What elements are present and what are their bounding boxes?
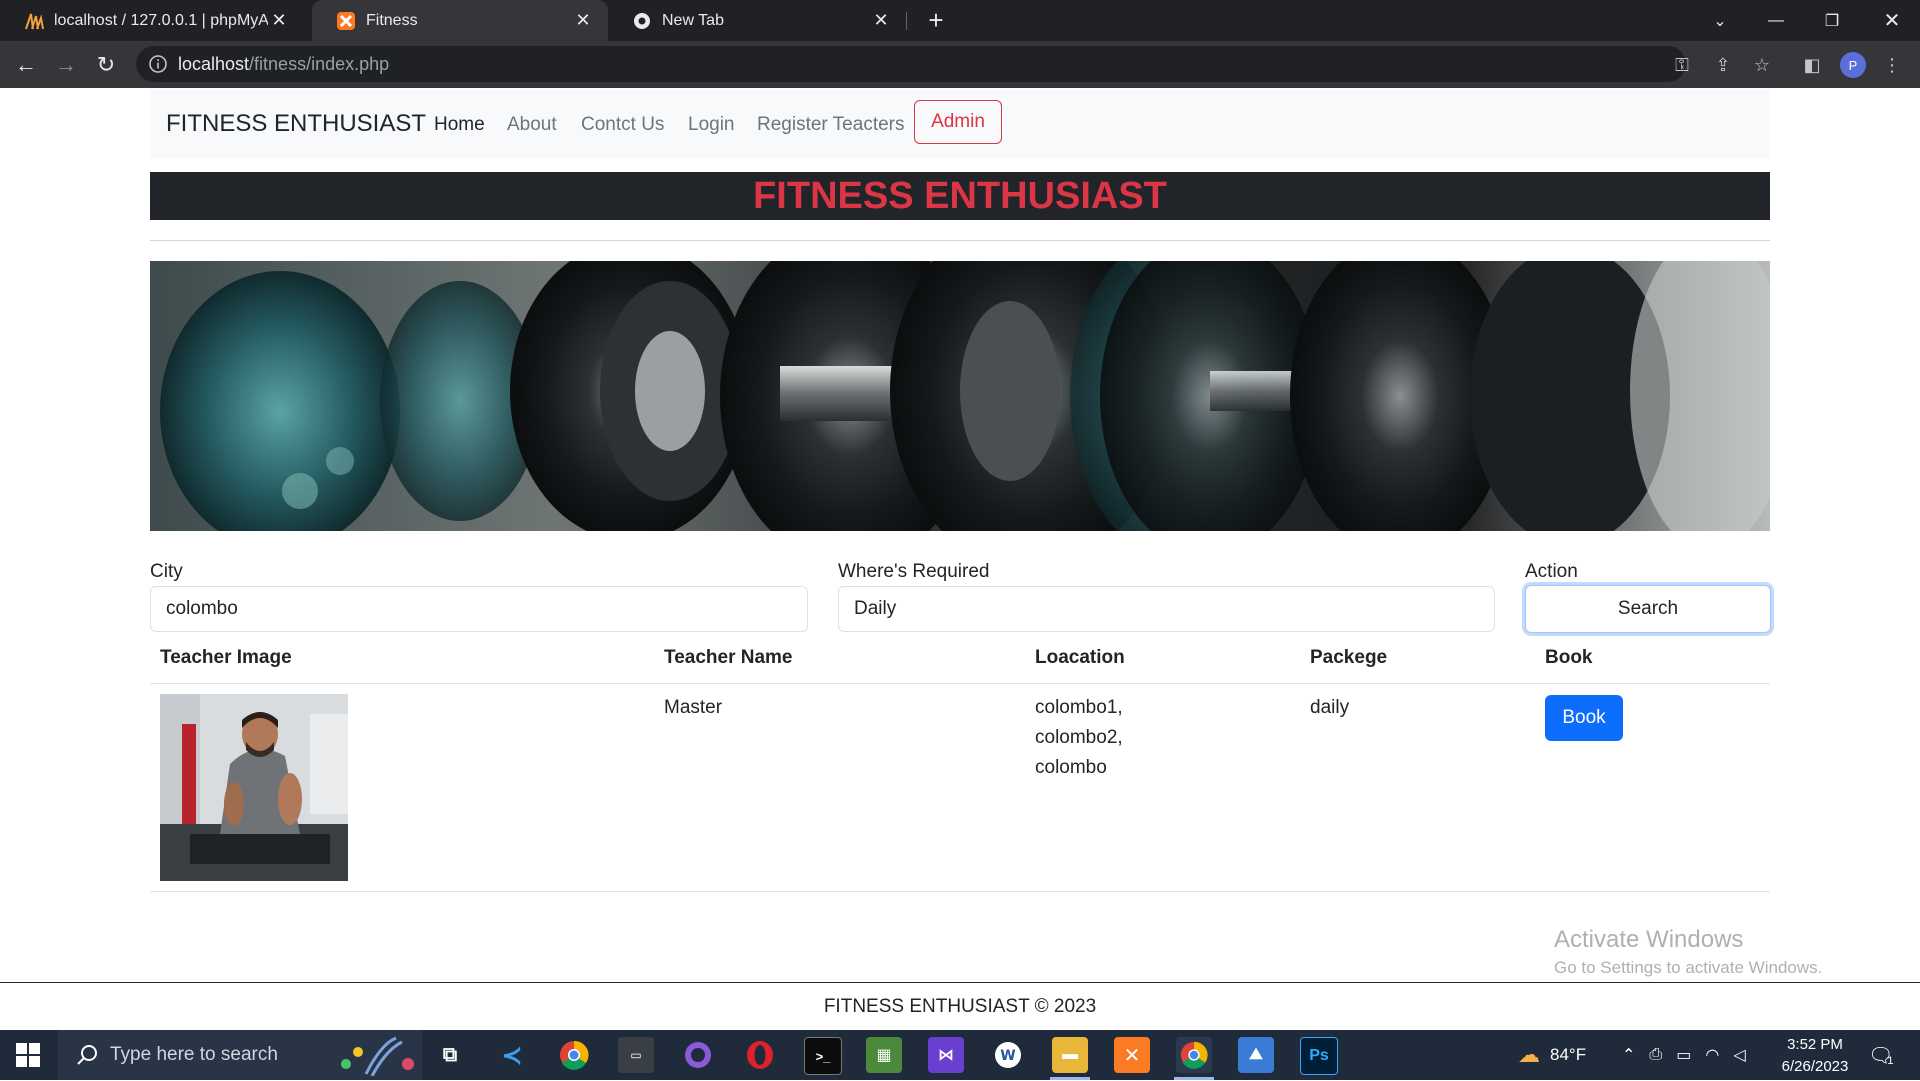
table-header-image: Teacher Image [160,647,292,668]
teacher-name: Master [664,697,723,718]
share-icon[interactable]: ⇪ [1711,53,1735,77]
footer-divider [0,982,1920,983]
photoshop-icon[interactable]: Ps [1300,1037,1338,1075]
close-window-icon[interactable]: ✕ [1864,0,1920,41]
teacher-location: colombo1, colombo2, colombo [1035,697,1123,778]
nav-link-login[interactable]: Login [688,114,735,136]
tab-search-chevron-icon[interactable]: ⌄ [1692,0,1748,41]
app-window-icon[interactable]: ▭ [618,1037,654,1073]
tab-title: Fitness [366,11,418,29]
table-header-name: Teacher Name [664,647,793,668]
table-header-divider [150,683,1770,684]
phpmyadmin-icon [24,11,44,31]
page-viewport: FITNESS ENTHUSIAST Home About Contct Us … [0,88,1920,1030]
city-label: City [150,561,183,582]
action-label: Action [1525,561,1578,582]
footer-copyright: FITNESS ENTHUSIAST © 2023 [823,996,1097,1017]
browser-toolbar: ← → ↻ localhost/fitness/index.php ⚿ ⇪ ☆ … [0,41,1920,88]
forward-arrow-icon[interactable]: → [48,47,84,83]
page-title-banner: FITNESS ENTHUSIAST [150,172,1770,220]
meet-icon: ⎙ [1649,1046,1677,1063]
nav-link-contact[interactable]: Contct Us [581,114,664,136]
task-view-icon[interactable]: ⧉ [432,1037,468,1073]
file-explorer-icon[interactable]: ▬ [1052,1037,1088,1073]
tab-title: New Tab [662,11,724,29]
more-menu-icon[interactable]: ⋮ [1880,53,1904,77]
search-button[interactable]: Search [1525,585,1771,633]
new-tab-icon[interactable]: + [920,4,952,36]
bookmark-star-icon[interactable]: ☆ [1750,53,1774,77]
city-input[interactable]: colombo [150,586,808,632]
photos-icon[interactable]: ⛰ [1238,1037,1274,1073]
table-header-location: Loacation [1035,647,1125,668]
required-label: Where's Required [838,561,990,582]
windows-start-icon[interactable] [16,1043,40,1067]
admin-button[interactable]: Admin [914,100,1002,144]
wifi-icon: ◠ [1705,1047,1734,1064]
tab-fitness[interactable]: Fitness ✕ [312,0,608,41]
system-tray-icons[interactable]: ⌃ ⎙ ▭ ◠ ◁ [1622,1030,1760,1080]
svg-text:W: W [1000,1048,1015,1064]
back-arrow-icon[interactable]: ← [8,47,44,83]
xampp-taskbar-icon[interactable]: ✕ [1114,1037,1150,1073]
side-panel-icon[interactable]: ◧ [1800,53,1824,77]
terminal-icon[interactable]: >_ [804,1037,842,1075]
profile-avatar[interactable]: P [1840,52,1866,78]
chevron-up-icon: ⌃ [1622,1047,1650,1064]
windows-taskbar: Type here to search ⧉ ≺ ▭ >_ ▦ ⋈ W ▬ ✕ ⛰… [0,1030,1920,1080]
windows-activation-watermark: Activate Windows Go to Settings to activ… [1554,926,1823,977]
nav-link-home[interactable]: Home [434,114,485,136]
volume-icon: ◁ [1733,1047,1760,1064]
taskbar-search-box[interactable]: Type here to search [58,1030,422,1080]
divider [150,240,1770,241]
search-icon [76,1044,98,1071]
browser-tab-strip: localhost / 127.0.0.1 | phpMyAdmin ✕ Fit… [0,0,1920,41]
search-highlight-dna-icon [336,1034,416,1081]
table-row-divider [150,891,1770,892]
table-header-package: Packege [1310,647,1388,668]
visual-studio-icon[interactable]: ⋈ [928,1037,964,1073]
minecraft-icon[interactable]: ▦ [866,1037,902,1073]
close-tab-icon[interactable]: ✕ [268,10,290,31]
site-navbar: FITNESS ENTHUSIAST Home About Contct Us … [150,90,1770,158]
word-icon[interactable]: W [990,1037,1026,1073]
weather-widget[interactable]: ☁ 84°F [1518,1030,1586,1080]
notifications-icon[interactable]: 🗨 1 [1868,1030,1894,1080]
taskbar-clock[interactable]: 3:52 PM 6/26/2023 [1770,1034,1860,1078]
close-tab-icon[interactable]: ✕ [870,10,892,31]
opera-icon[interactable] [742,1037,778,1073]
hero-image-dumbbells [150,261,1770,531]
restore-icon[interactable]: ❐ [1804,0,1860,41]
taskbar-search-placeholder: Type here to search [110,1044,278,1065]
password-key-icon[interactable]: ⚿ [1670,53,1694,77]
weather-cloud-icon: ☁ [1518,1042,1540,1067]
xampp-icon [336,11,356,31]
chrome-active-taskbar-icon[interactable] [1176,1037,1212,1073]
table-header-book: Book [1545,647,1593,668]
navbar-brand[interactable]: FITNESS ENTHUSIAST [166,110,426,138]
nav-link-register-teachers[interactable]: Register Teacters [757,114,905,136]
minimize-icon[interactable]: — [1748,0,1804,41]
chrome-icon [632,11,652,31]
tab-title: localhost / 127.0.0.1 | phpMyAdmin [54,11,268,29]
required-select[interactable]: Daily [838,586,1495,632]
close-tab-icon[interactable]: ✕ [572,10,594,31]
teacher-package: daily [1310,697,1350,718]
teacher-photo [160,694,348,881]
nav-link-about[interactable]: About [507,114,557,136]
address-bar[interactable]: localhost/fitness/index.php [136,46,1686,82]
url-text: localhost/fitness/index.php [178,54,390,74]
site-info-icon[interactable] [148,54,168,74]
book-button[interactable]: Book [1545,695,1623,741]
chrome-taskbar-icon[interactable] [556,1037,592,1073]
github-desktop-icon[interactable] [680,1037,716,1073]
weather-temperature: 84°F [1550,1045,1587,1064]
reload-icon[interactable]: ↻ [88,47,124,83]
tab-phpmyadmin[interactable]: localhost / 127.0.0.1 | phpMyAdmin ✕ [0,0,304,41]
tab-new-tab[interactable]: New Tab ✕ [608,0,906,41]
vscode-icon[interactable]: ≺ [494,1037,530,1073]
battery-icon: ▭ [1676,1047,1706,1064]
